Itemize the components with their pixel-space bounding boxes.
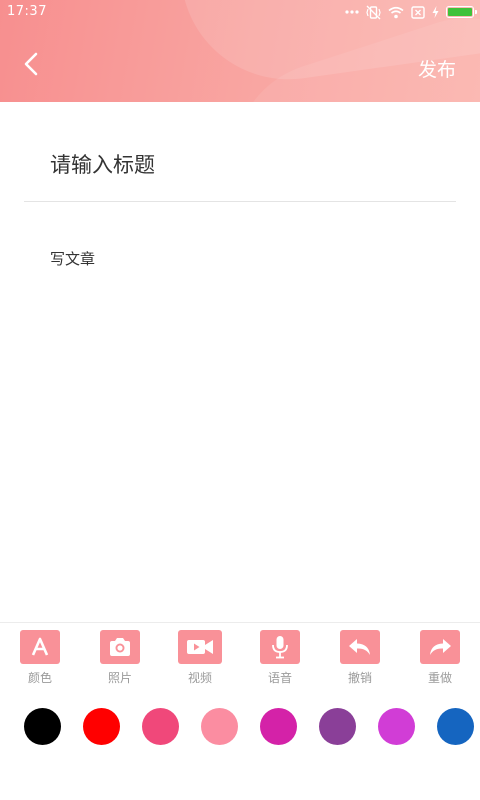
video-tool-button[interactable]: 视频	[170, 630, 230, 686]
wifi-icon	[388, 6, 404, 19]
chevron-left-icon	[24, 52, 38, 76]
color-swatch-violet[interactable]	[378, 708, 415, 745]
vibrate-icon	[366, 5, 381, 20]
battery-icon	[446, 6, 477, 18]
charging-icon	[432, 6, 439, 18]
toolbar-divider	[0, 622, 480, 623]
tool-label: 语音	[267, 671, 292, 685]
back-button[interactable]	[18, 50, 46, 78]
text-color-icon	[20, 630, 60, 664]
photo-tool-button[interactable]: 照片	[90, 630, 150, 686]
undo-tool-button[interactable]: 撤销	[330, 630, 390, 686]
redo-tool-button[interactable]: 重做	[410, 630, 470, 686]
no-sim-icon	[411, 5, 425, 19]
video-icon	[178, 630, 222, 664]
color-swatch-black[interactable]	[24, 708, 61, 745]
color-swatch-rose[interactable]	[142, 708, 179, 745]
title-divider	[24, 201, 456, 202]
redo-icon	[420, 630, 460, 664]
color-swatch-magenta[interactable]	[260, 708, 297, 745]
color-swatch-purple[interactable]	[319, 708, 356, 745]
color-swatch-blue[interactable]	[437, 708, 474, 745]
status-time: 17:37	[7, 4, 47, 19]
color-swatch-pink[interactable]	[201, 708, 238, 745]
more-dots-icon	[345, 10, 359, 14]
color-tool-button[interactable]: 颜色	[10, 630, 70, 686]
undo-icon	[340, 630, 380, 664]
color-swatch-red[interactable]	[83, 708, 120, 745]
tool-label: 撤销	[347, 671, 372, 685]
status-bar: 17:37	[0, 0, 480, 24]
microphone-icon	[260, 630, 300, 664]
editor-toolbar: 颜色 照片 视频 语音 撤销 重做	[0, 630, 480, 694]
voice-tool-button[interactable]: 语音	[250, 630, 310, 686]
tool-label: 颜色	[27, 671, 52, 685]
publish-button[interactable]: 发布	[418, 55, 456, 82]
tool-label: 重做	[427, 671, 452, 685]
status-icons	[345, 4, 477, 20]
tool-label: 照片	[107, 671, 132, 685]
color-palette	[0, 708, 480, 746]
title-input[interactable]	[50, 146, 450, 184]
article-body-input[interactable]: 写文章	[50, 246, 450, 606]
tool-label: 视频	[187, 671, 212, 685]
app-header: 17:37 发布	[0, 0, 480, 102]
camera-icon	[100, 630, 140, 664]
